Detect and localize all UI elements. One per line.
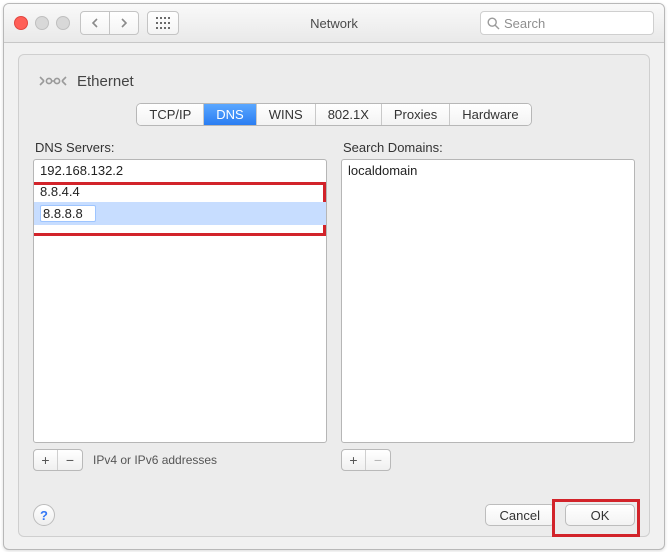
help-button[interactable]: ?: [33, 504, 55, 526]
search-domains-label: Search Domains:: [343, 140, 635, 155]
dns-sheet: Ethernet TCP/IPDNSWINS802.1XProxiesHardw…: [18, 54, 650, 537]
show-all-button[interactable]: [147, 11, 179, 35]
interface-header: Ethernet: [39, 71, 635, 91]
nav-back-forward: [80, 11, 139, 35]
dns-servers-column: DNS Servers: 192.168.132.28.8.4.4 8.8.8.8…: [33, 140, 327, 471]
forward-button[interactable]: [109, 11, 139, 35]
dns-servers-list[interactable]: 192.168.132.28.8.4.4 8.8.8.8: [33, 159, 327, 443]
dns-remove-button[interactable]: −: [58, 450, 82, 470]
dns-server-editing[interactable]: 8.8.8.8: [40, 205, 96, 222]
search-placeholder: Search: [504, 16, 545, 31]
chevron-left-icon: [91, 18, 99, 28]
dns-columns: DNS Servers: 192.168.132.28.8.4.4 8.8.8.8…: [33, 140, 635, 471]
dns-server-row[interactable]: 8.8.4.4: [34, 181, 326, 202]
search-field[interactable]: Search: [480, 11, 654, 35]
tab-wins[interactable]: WINS: [257, 104, 316, 125]
search-icon: [487, 17, 500, 30]
tab-tcpip[interactable]: TCP/IP: [137, 104, 204, 125]
grid-icon: [156, 17, 170, 29]
ok-button[interactable]: OK: [565, 504, 635, 526]
interface-name: Ethernet: [77, 73, 134, 90]
cancel-button[interactable]: Cancel: [485, 504, 555, 526]
minimize-window-button[interactable]: [35, 16, 49, 30]
network-window: { "window": { "title": "Network", "searc…: [3, 3, 665, 550]
titlebar: Network Search: [4, 4, 664, 43]
dns-add-button[interactable]: +: [34, 450, 58, 470]
tab-hardware[interactable]: Hardware: [450, 104, 530, 125]
sd-remove-button[interactable]: −: [366, 450, 390, 470]
search-domains-list[interactable]: localdomain: [341, 159, 635, 443]
sd-add-remove: + −: [341, 449, 391, 471]
window-controls: [14, 16, 70, 30]
close-window-button[interactable]: [14, 16, 28, 30]
ethernet-icon: [39, 71, 67, 91]
search-domain-row[interactable]: localdomain: [342, 160, 634, 181]
dns-server-row[interactable]: 192.168.132.2: [34, 160, 326, 181]
sheet-footer: ? Cancel OK: [33, 504, 635, 526]
chevron-right-icon: [120, 18, 128, 28]
tab-strip: TCP/IPDNSWINS802.1XProxiesHardware: [33, 103, 635, 126]
dns-server-row[interactable]: 8.8.8.8: [34, 202, 326, 225]
dns-servers-label: DNS Servers:: [35, 140, 327, 155]
search-domains-column: Search Domains: localdomain + −: [341, 140, 635, 471]
tab-dns[interactable]: DNS: [204, 104, 256, 125]
dns-hint: IPv4 or IPv6 addresses: [93, 453, 217, 467]
sd-add-button[interactable]: +: [342, 450, 366, 470]
zoom-window-button[interactable]: [56, 16, 70, 30]
tab-8021x[interactable]: 802.1X: [316, 104, 382, 125]
dns-add-remove: + −: [33, 449, 83, 471]
back-button[interactable]: [80, 11, 110, 35]
tab-proxies[interactable]: Proxies: [382, 104, 450, 125]
